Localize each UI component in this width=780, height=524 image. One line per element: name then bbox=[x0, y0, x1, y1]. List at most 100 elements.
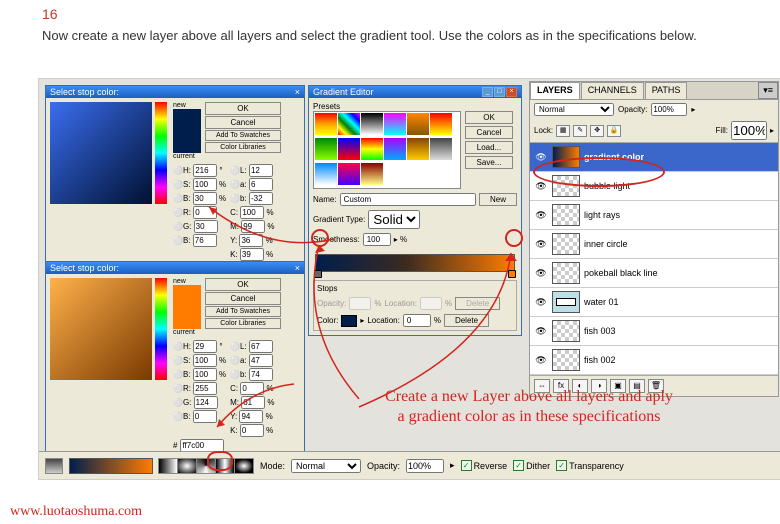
gradient-name-input[interactable] bbox=[340, 193, 476, 206]
layer-mask-icon[interactable]: ◐ bbox=[572, 379, 588, 393]
visibility-icon[interactable]: 👁 bbox=[534, 268, 548, 279]
picker1-s[interactable] bbox=[193, 178, 217, 191]
layer-group-icon[interactable]: ▣ bbox=[610, 379, 626, 393]
load-button[interactable]: Load... bbox=[465, 141, 513, 154]
add-swatches-button[interactable]: Add To Swatches bbox=[205, 306, 281, 317]
new-button[interactable]: New bbox=[479, 193, 517, 206]
save-button[interactable]: Save... bbox=[465, 156, 513, 169]
picker2-bv[interactable] bbox=[193, 410, 217, 423]
linear-gradient-icon[interactable] bbox=[158, 458, 178, 474]
delete-button[interactable]: Delete bbox=[444, 314, 489, 327]
gradient-stop-left[interactable] bbox=[314, 270, 322, 278]
picker1-l[interactable] bbox=[249, 164, 273, 177]
visibility-icon[interactable]: 👁 bbox=[534, 239, 548, 250]
new-layer-icon[interactable]: ▤ bbox=[629, 379, 645, 393]
ok-button[interactable]: OK bbox=[205, 278, 281, 291]
picker1-r[interactable] bbox=[193, 206, 217, 219]
picker2-k[interactable] bbox=[240, 424, 264, 437]
cancel-button[interactable]: Cancel bbox=[205, 292, 281, 305]
picker1-y[interactable] bbox=[239, 234, 263, 247]
tab-paths[interactable]: PATHS bbox=[645, 82, 688, 99]
layer-row[interactable]: 👁fish 003 bbox=[530, 317, 778, 346]
layer-fill-input[interactable] bbox=[731, 121, 767, 140]
layer-thumbnail[interactable] bbox=[552, 233, 580, 255]
gradient-tool-icon[interactable] bbox=[45, 458, 63, 474]
picker2-l[interactable] bbox=[249, 340, 273, 353]
picker2-c[interactable] bbox=[240, 382, 264, 395]
picker1-a[interactable] bbox=[249, 178, 273, 191]
cancel-button[interactable]: Cancel bbox=[205, 116, 281, 129]
ok-button[interactable]: OK bbox=[465, 111, 513, 124]
diamond-gradient-icon[interactable] bbox=[234, 458, 254, 474]
add-swatches-button[interactable]: Add To Swatches bbox=[205, 130, 281, 141]
visibility-icon[interactable]: 👁 bbox=[534, 297, 548, 308]
dither-checkbox[interactable]: ✓ bbox=[513, 460, 524, 471]
picker2-color-field[interactable] bbox=[50, 278, 152, 380]
picker1-g[interactable] bbox=[194, 220, 218, 233]
close-icon[interactable]: × bbox=[295, 263, 300, 273]
picker1-c[interactable] bbox=[240, 206, 264, 219]
visibility-icon[interactable]: 👁 bbox=[534, 210, 548, 221]
picker1-k[interactable] bbox=[240, 248, 264, 261]
picker2-hue-slider[interactable] bbox=[155, 278, 167, 380]
picker1-b[interactable] bbox=[193, 192, 217, 205]
picker2-g[interactable] bbox=[194, 396, 218, 409]
lock-position-icon[interactable]: ✥ bbox=[590, 125, 604, 137]
smoothness-input[interactable] bbox=[363, 233, 391, 246]
layer-thumbnail[interactable] bbox=[552, 349, 580, 371]
picker2-a[interactable] bbox=[249, 354, 273, 367]
gradient-stop-right[interactable] bbox=[508, 270, 516, 278]
gradient-titlebar[interactable]: Gradient Editor _ □ × bbox=[309, 86, 521, 98]
ok-button[interactable]: OK bbox=[205, 102, 281, 115]
angle-gradient-icon[interactable] bbox=[196, 458, 216, 474]
lock-all-icon[interactable]: 🔒 bbox=[607, 125, 621, 137]
picker1-bv[interactable] bbox=[193, 234, 217, 247]
gradient-bar[interactable] bbox=[315, 254, 515, 272]
layer-opacity-input[interactable] bbox=[651, 103, 687, 116]
picker1-hue-slider[interactable] bbox=[155, 102, 167, 204]
minimize-icon[interactable]: _ bbox=[482, 87, 493, 97]
layer-row[interactable]: 👁fish 002 bbox=[530, 346, 778, 375]
layer-thumbnail[interactable] bbox=[552, 291, 580, 313]
lock-paint-icon[interactable]: ✎ bbox=[573, 125, 587, 137]
layer-thumbnail[interactable] bbox=[552, 262, 580, 284]
stop-color-chip[interactable] bbox=[341, 315, 357, 327]
close-icon[interactable]: × bbox=[506, 87, 517, 97]
link-layers-icon[interactable]: ⇔ bbox=[534, 379, 550, 393]
picker2-y[interactable] bbox=[239, 410, 263, 423]
panel-menu-icon[interactable]: ▾≡ bbox=[758, 82, 778, 99]
color-libraries-button[interactable]: Color Libraries bbox=[205, 142, 281, 153]
cancel-button[interactable]: Cancel bbox=[465, 126, 513, 139]
maximize-icon[interactable]: □ bbox=[494, 87, 505, 97]
color-libraries-button[interactable]: Color Libraries bbox=[205, 318, 281, 329]
layer-row[interactable]: 👁light rays bbox=[530, 201, 778, 230]
tab-channels[interactable]: CHANNELS bbox=[581, 82, 644, 99]
picker2-titlebar[interactable]: Select stop color: × bbox=[46, 262, 304, 274]
picker1-color-field[interactable] bbox=[50, 102, 152, 204]
layer-row[interactable]: 👁water 01 bbox=[530, 288, 778, 317]
layer-thumbnail[interactable] bbox=[552, 204, 580, 226]
opacity-input[interactable] bbox=[406, 459, 444, 473]
transparency-checkbox[interactable]: ✓ bbox=[556, 460, 567, 471]
gradient-preview-dropdown[interactable] bbox=[69, 458, 153, 474]
close-icon[interactable]: × bbox=[295, 87, 300, 97]
visibility-icon[interactable]: 👁 bbox=[534, 181, 548, 192]
visibility-icon[interactable]: 👁 bbox=[534, 152, 548, 163]
visibility-icon[interactable]: 👁 bbox=[534, 355, 548, 366]
layer-thumbnail[interactable] bbox=[552, 175, 580, 197]
picker1-lb[interactable] bbox=[249, 192, 273, 205]
radial-gradient-icon[interactable] bbox=[177, 458, 197, 474]
picker1-m[interactable] bbox=[241, 220, 265, 233]
picker2-lb[interactable] bbox=[249, 368, 273, 381]
picker1-titlebar[interactable]: Select stop color: × bbox=[46, 86, 304, 98]
gradient-presets-list[interactable] bbox=[313, 111, 461, 189]
delete-layer-icon[interactable]: 🗑 bbox=[648, 379, 664, 393]
layer-row[interactable]: 👁pokeball black line bbox=[530, 259, 778, 288]
picker2-h[interactable] bbox=[193, 340, 217, 353]
picker2-r[interactable] bbox=[193, 382, 217, 395]
gradient-type-select[interactable]: Solid bbox=[368, 210, 420, 229]
picker2-m[interactable] bbox=[241, 396, 265, 409]
tab-layers[interactable]: LAYERS bbox=[530, 82, 580, 99]
blend-mode-select[interactable]: Normal bbox=[291, 459, 361, 473]
layer-row[interactable]: 👁bubble light bbox=[530, 172, 778, 201]
